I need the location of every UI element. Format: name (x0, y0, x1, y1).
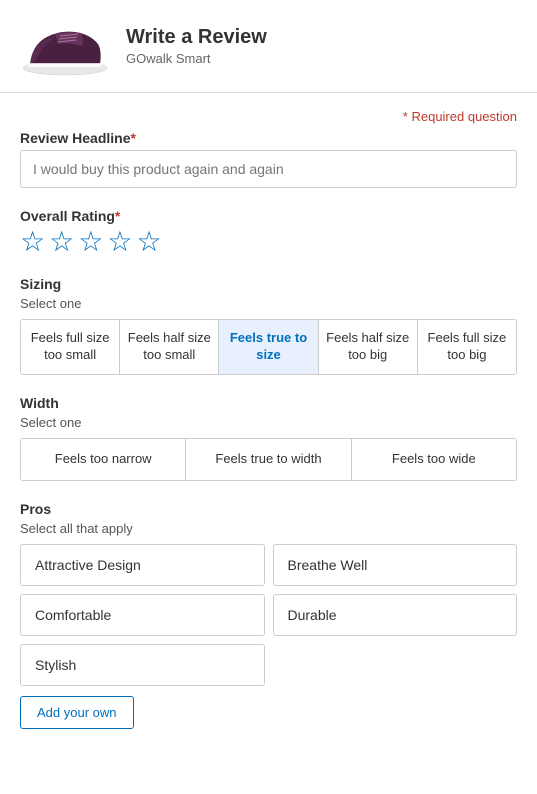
sizing-option-5[interactable]: Feels full size too big (418, 320, 516, 374)
header: Write a Review GOwalk Smart (0, 0, 537, 93)
width-label: Width (20, 395, 517, 411)
pros-item-attractive-design[interactable]: Attractive Design (20, 544, 265, 586)
star-rating[interactable]: ☆ ☆ ☆ ☆ ☆ (20, 228, 517, 256)
header-text: Write a Review GOwalk Smart (126, 26, 267, 66)
pros-item-comfortable[interactable]: Comfortable (20, 594, 265, 636)
required-note: * Required question (20, 109, 517, 124)
review-headline-section: Review Headline* (20, 130, 517, 188)
pros-item-breathe-well[interactable]: Breathe Well (273, 544, 518, 586)
pros-grid: Attractive Design Breathe Well Comfortab… (20, 544, 517, 686)
product-image (20, 16, 110, 76)
pros-label: Pros (20, 501, 517, 517)
overall-rating-label: Overall Rating* (20, 208, 517, 224)
width-option-2[interactable]: Feels true to width (186, 439, 351, 480)
width-section: Width Select one Feels too narrow Feels … (20, 395, 517, 481)
pros-sublabel: Select all that apply (20, 521, 517, 536)
product-name: GOwalk Smart (126, 51, 267, 66)
pros-section: Pros Select all that apply Attractive De… (20, 501, 517, 729)
sizing-sublabel: Select one (20, 296, 517, 311)
star-3[interactable]: ☆ (78, 228, 103, 256)
star-4[interactable]: ☆ (107, 228, 132, 256)
add-own-button[interactable]: Add your own (20, 696, 134, 729)
sizing-options: Feels full size too small Feels half siz… (20, 319, 517, 375)
sizing-label: Sizing (20, 276, 517, 292)
review-headline-input[interactable] (20, 150, 517, 188)
width-sublabel: Select one (20, 415, 517, 430)
pros-item-durable[interactable]: Durable (273, 594, 518, 636)
review-headline-label: Review Headline* (20, 130, 517, 146)
star-1[interactable]: ☆ (20, 228, 45, 256)
width-options: Feels too narrow Feels true to width Fee… (20, 438, 517, 481)
width-option-3[interactable]: Feels too wide (352, 439, 516, 480)
sizing-section: Sizing Select one Feels full size too sm… (20, 276, 517, 375)
sizing-option-2[interactable]: Feels half size too small (120, 320, 219, 374)
star-5[interactable]: ☆ (136, 228, 161, 256)
star-2[interactable]: ☆ (49, 228, 74, 256)
overall-rating-section: Overall Rating* ☆ ☆ ☆ ☆ ☆ (20, 208, 517, 256)
sizing-option-4[interactable]: Feels half size too big (319, 320, 418, 374)
pros-item-stylish[interactable]: Stylish (20, 644, 265, 686)
sizing-option-1[interactable]: Feels full size too small (21, 320, 120, 374)
main-content: * Required question Review Headline* Ove… (0, 93, 537, 765)
sizing-option-3[interactable]: Feels true to size (219, 320, 318, 374)
width-option-1[interactable]: Feels too narrow (21, 439, 186, 480)
page-title: Write a Review (126, 26, 267, 49)
